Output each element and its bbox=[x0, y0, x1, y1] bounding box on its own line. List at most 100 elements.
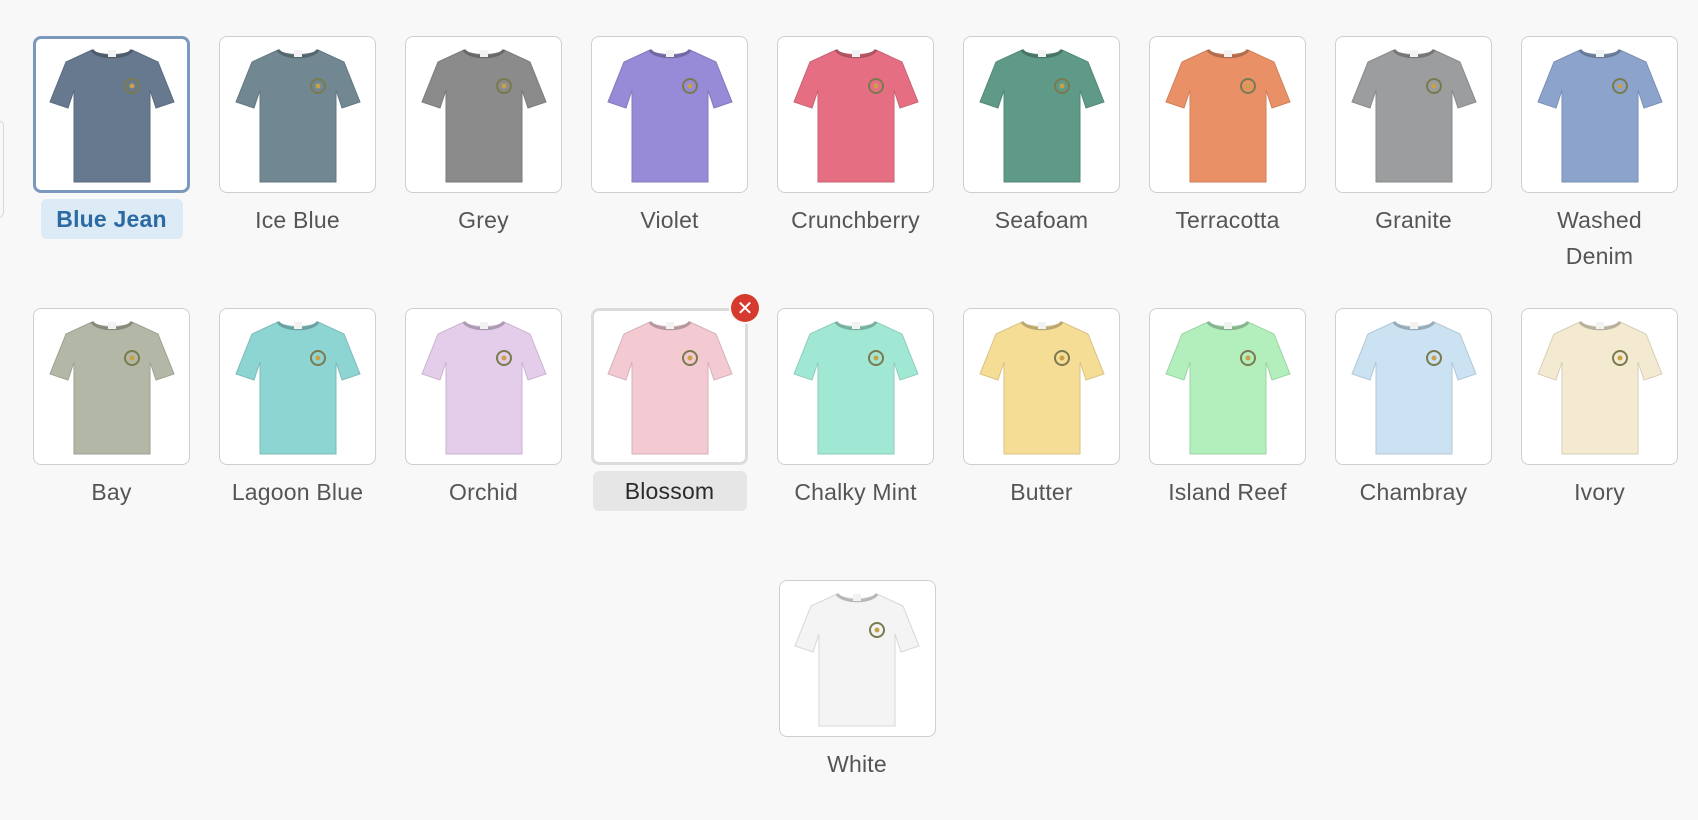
swatch-crunchberry[interactable]: Crunchberry bbox=[776, 36, 935, 308]
swatch-label: Granite bbox=[1375, 207, 1452, 233]
swatch-granite[interactable]: Granite bbox=[1334, 36, 1493, 308]
swatch-butter[interactable]: Butter bbox=[962, 308, 1121, 580]
swatch-blue-jean[interactable]: Blue Jean bbox=[32, 36, 191, 308]
swatch-label: Terracotta bbox=[1175, 207, 1280, 233]
swatch-violet[interactable]: Violet bbox=[590, 36, 749, 308]
swatch-label: Crunchberry bbox=[791, 207, 920, 233]
chest-logo-center bbox=[1617, 355, 1622, 360]
remove-color-button[interactable]: ✕ bbox=[731, 294, 759, 322]
tshirt-body bbox=[978, 48, 1105, 182]
shirt-thumbnail[interactable] bbox=[33, 36, 190, 193]
tshirt-icon bbox=[48, 48, 175, 182]
chest-logo-center bbox=[873, 355, 878, 360]
tshirt-icon bbox=[420, 48, 547, 182]
swatch-bay[interactable]: Bay bbox=[32, 308, 191, 580]
shirt-thumbnail[interactable] bbox=[1521, 36, 1678, 193]
swatch-label: Blossom bbox=[592, 471, 747, 511]
swatch-label: Ivory bbox=[1574, 479, 1625, 505]
swatch-blossom[interactable]: ✕ Blossom bbox=[590, 294, 759, 580]
swatch-ice-blue[interactable]: Ice Blue bbox=[218, 36, 377, 308]
shirt-thumbnail[interactable] bbox=[1521, 308, 1678, 465]
swatch-label: Seafoam bbox=[994, 207, 1089, 233]
swatch-washed-denim[interactable]: Washed Denim bbox=[1520, 36, 1679, 308]
tshirt-tag bbox=[293, 321, 302, 329]
shirt-thumbnail[interactable] bbox=[963, 36, 1120, 193]
swatch-label: Washed Denim bbox=[1557, 207, 1642, 269]
shirt-thumbnail[interactable] bbox=[963, 308, 1120, 465]
chest-logo-center bbox=[1245, 355, 1250, 360]
swatch-label: Ice Blue bbox=[255, 207, 340, 233]
swatch-chambray[interactable]: Chambray bbox=[1334, 308, 1493, 580]
tshirt-tag bbox=[1223, 49, 1232, 57]
tshirt-body bbox=[1350, 320, 1477, 454]
tshirt-tag bbox=[1037, 321, 1046, 329]
chest-logo-center bbox=[1245, 83, 1250, 88]
tshirt-icon bbox=[1536, 320, 1663, 454]
chest-logo-center bbox=[687, 83, 692, 88]
swatch-white[interactable]: White bbox=[778, 580, 937, 820]
chest-logo-center bbox=[1059, 83, 1064, 88]
tshirt-body bbox=[234, 320, 361, 454]
shirt-thumbnail[interactable] bbox=[777, 36, 934, 193]
tshirt-body bbox=[606, 320, 733, 454]
shirt-thumbnail[interactable] bbox=[591, 36, 748, 193]
swatch-chalky-mint[interactable]: Chalky Mint bbox=[776, 308, 935, 580]
side-tab-edge[interactable] bbox=[0, 120, 4, 218]
tshirt-tag bbox=[1037, 49, 1046, 57]
swatch-label: Grey bbox=[458, 207, 509, 233]
chest-logo-center bbox=[315, 355, 320, 360]
chest-logo-center bbox=[129, 355, 134, 360]
tshirt-body bbox=[792, 320, 919, 454]
tshirt-tag bbox=[665, 321, 674, 329]
swatch-row-1: Blue Jean Ice Blue Grey Violet Crunchber… bbox=[32, 36, 1682, 308]
shirt-thumbnail[interactable] bbox=[219, 308, 376, 465]
tshirt-body bbox=[978, 320, 1105, 454]
shirt-thumbnail[interactable] bbox=[1149, 36, 1306, 193]
shirt-thumbnail[interactable] bbox=[1149, 308, 1306, 465]
chest-logo-center bbox=[874, 627, 880, 632]
tshirt-tag bbox=[107, 321, 116, 329]
tshirt-icon bbox=[606, 48, 733, 182]
tshirt-body bbox=[1536, 320, 1663, 454]
swatch-ivory[interactable]: Ivory bbox=[1520, 308, 1679, 580]
tshirt-tag bbox=[1409, 49, 1418, 57]
tshirt-tag bbox=[851, 321, 860, 329]
shirt-thumbnail[interactable] bbox=[778, 580, 936, 737]
shirt-thumbnail[interactable] bbox=[1335, 36, 1492, 193]
tshirt-icon bbox=[794, 592, 920, 726]
shirt-thumbnail[interactable] bbox=[219, 36, 376, 193]
tshirt-tag bbox=[1409, 321, 1418, 329]
swatch-label: Blue Jean bbox=[40, 199, 183, 239]
tshirt-tag bbox=[851, 49, 860, 57]
swatch-terracotta[interactable]: Terracotta bbox=[1148, 36, 1307, 308]
tshirt-icon bbox=[606, 320, 733, 454]
swatch-label: Chalky Mint bbox=[794, 479, 917, 505]
shirt-thumbnail[interactable] bbox=[405, 308, 562, 465]
tshirt-tag bbox=[665, 49, 674, 57]
tshirt-icon bbox=[792, 320, 919, 454]
swatch-seafoam[interactable]: Seafoam bbox=[962, 36, 1121, 308]
chest-logo-center bbox=[1059, 355, 1064, 360]
chest-logo-center bbox=[129, 83, 134, 88]
tshirt-body bbox=[792, 48, 919, 182]
tshirt-tag bbox=[293, 49, 302, 57]
shirt-thumbnail[interactable] bbox=[591, 308, 748, 465]
chest-logo-center bbox=[501, 355, 506, 360]
tshirt-tag bbox=[1595, 321, 1604, 329]
swatch-orchid[interactable]: Orchid bbox=[404, 308, 563, 580]
swatch-grey[interactable]: Grey bbox=[404, 36, 563, 308]
shirt-thumbnail[interactable] bbox=[33, 308, 190, 465]
tshirt-tag bbox=[1223, 321, 1232, 329]
tshirt-body bbox=[1164, 48, 1291, 182]
swatch-row-2: Bay Lagoon Blue Orchid ✕ Blossom Chalky … bbox=[32, 294, 1682, 580]
shirt-thumbnail[interactable] bbox=[777, 308, 934, 465]
tshirt-tag bbox=[479, 49, 488, 57]
tshirt-body bbox=[1350, 48, 1477, 182]
color-swatch-grid: Blue Jean Ice Blue Grey Violet Crunchber… bbox=[32, 36, 1682, 820]
tshirt-icon bbox=[420, 320, 547, 454]
swatch-lagoon-blue[interactable]: Lagoon Blue bbox=[218, 308, 377, 580]
shirt-thumbnail[interactable] bbox=[1335, 308, 1492, 465]
shirt-thumbnail[interactable] bbox=[405, 36, 562, 193]
swatch-label: Butter bbox=[1010, 479, 1073, 505]
swatch-island-reef[interactable]: Island Reef bbox=[1148, 308, 1307, 580]
